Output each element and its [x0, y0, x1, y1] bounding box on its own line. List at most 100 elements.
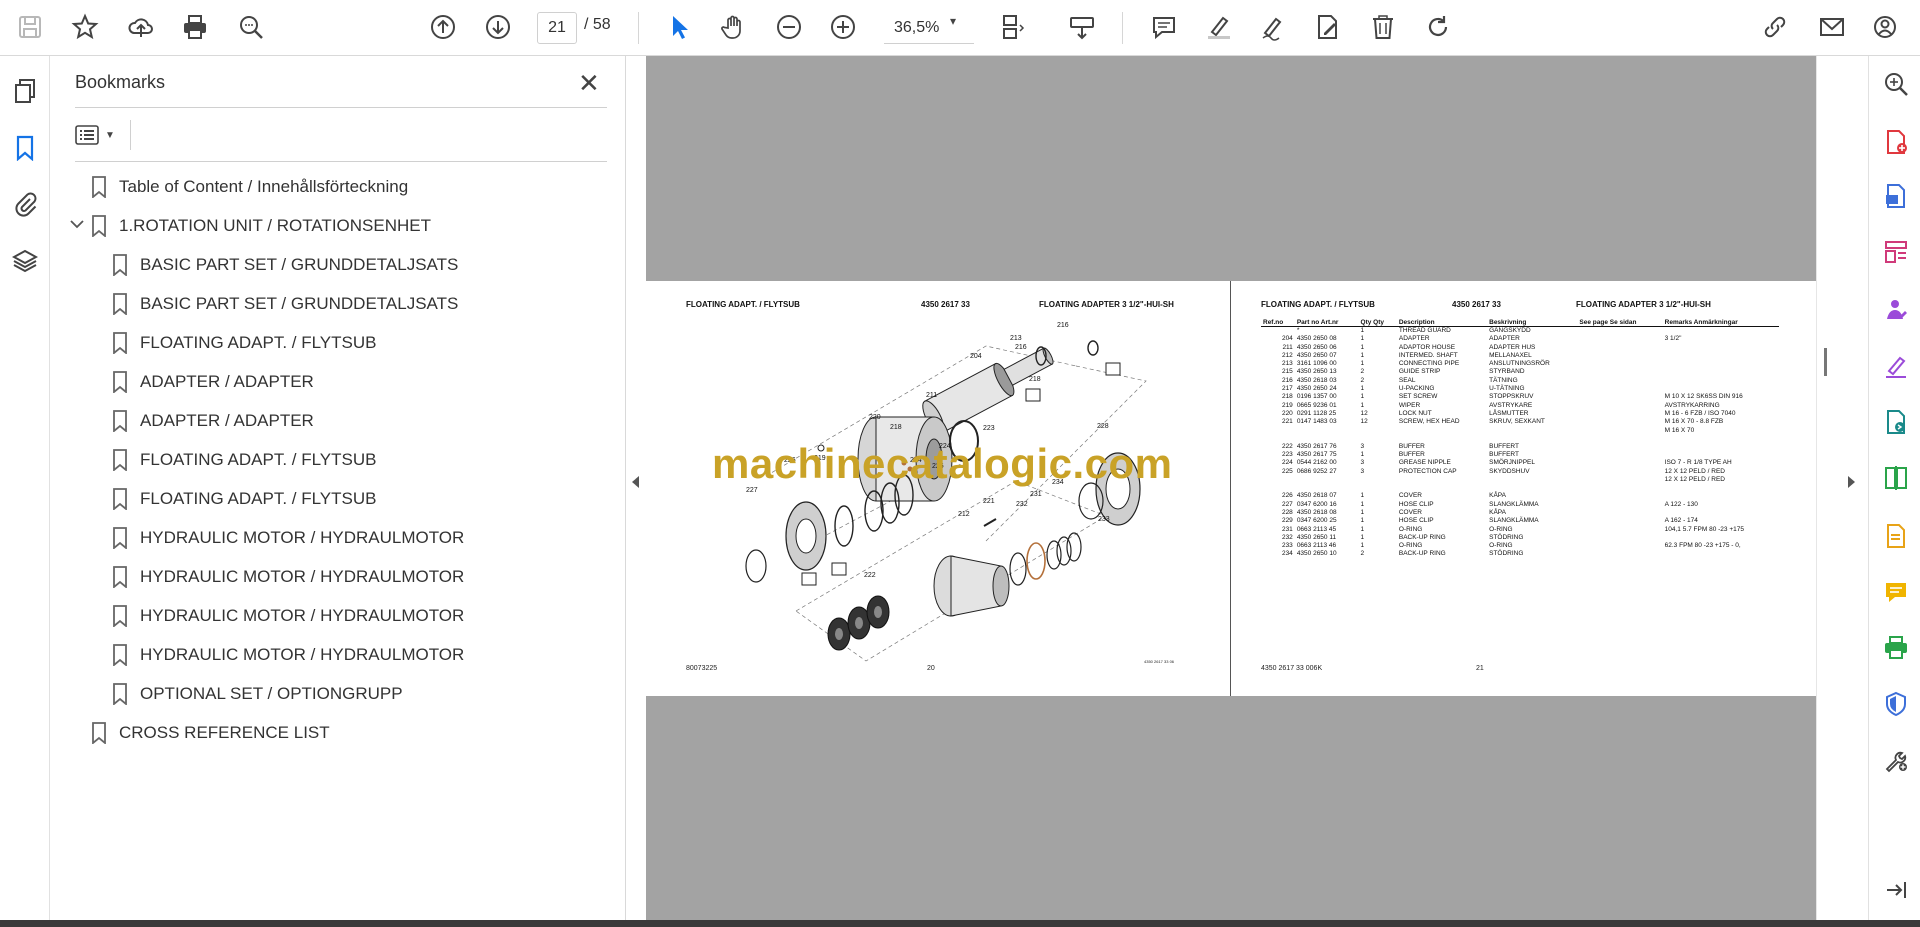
- comment-icon[interactable]: [1147, 10, 1181, 44]
- zoom-search-icon[interactable]: [1882, 70, 1910, 98]
- table-cell: BACK-UP RING: [1398, 533, 1446, 541]
- highlight-pen-icon[interactable]: [1202, 10, 1236, 44]
- fit-page-icon[interactable]: [995, 10, 1029, 44]
- bookmark-item[interactable]: OPTIONAL SET / OPTIONGRUPP: [112, 678, 403, 710]
- print-production-icon[interactable]: [1882, 634, 1910, 662]
- expand-panel-icon[interactable]: [1882, 876, 1910, 904]
- draw-signature-icon[interactable]: [1256, 10, 1290, 44]
- share-link-icon[interactable]: [1758, 10, 1792, 44]
- page-number-input[interactable]: 21: [537, 12, 577, 44]
- create-pdf-icon[interactable]: [1882, 128, 1910, 156]
- bookmark-item[interactable]: HYDRAULIC MOTOR / HYDRAULMOTOR: [112, 522, 464, 554]
- bookmark-item[interactable]: HYDRAULIC MOTOR / HYDRAULMOTOR: [112, 639, 464, 671]
- previous-page-icon[interactable]: [426, 10, 460, 44]
- table-cell: ANSLUTNINGSRÖR: [1489, 360, 1550, 368]
- edit-document-icon[interactable]: [1311, 10, 1345, 44]
- collapse-right-panel-icon[interactable]: [1848, 476, 1856, 491]
- edit-pdf-icon[interactable]: [1882, 522, 1910, 550]
- table-cell: 0663 2113 46: [1296, 542, 1337, 550]
- table-cell: 12: [1360, 418, 1368, 426]
- table-cell: 0291 1128 25: [1296, 409, 1337, 417]
- bookmark-item[interactable]: Table of Content / Innehållsförteckning: [91, 171, 408, 203]
- request-signature-icon[interactable]: [1882, 296, 1910, 324]
- email-icon[interactable]: [1815, 10, 1849, 44]
- document-page-21: FLOATING ADAPT. / FLYTSUB 4350 2617 33 F…: [1231, 281, 1816, 696]
- zoom-search-icon[interactable]: [234, 10, 268, 44]
- compare-files-icon[interactable]: [1882, 464, 1910, 492]
- next-page-icon[interactable]: [481, 10, 515, 44]
- bookmark-item[interactable]: BASIC PART SET / GRUNDDETALJSATS: [112, 249, 458, 281]
- page-footer-left: 80073225: [686, 665, 718, 672]
- table-cell: [1577, 335, 1662, 343]
- page-background: [646, 56, 1816, 281]
- part-callout: 220: [869, 414, 881, 421]
- table-cell: 12 X 12 PELD / RED: [1664, 467, 1725, 475]
- print-icon[interactable]: [178, 10, 212, 44]
- collapse-left-panel-icon[interactable]: [632, 476, 640, 491]
- bookmark-item[interactable]: ADAPTER / ADAPTER: [112, 405, 314, 437]
- bookmark-item[interactable]: 1.ROTATION UNIT / ROTATIONSENHET: [91, 210, 431, 242]
- layers-icon[interactable]: [10, 246, 40, 276]
- bookmark-item[interactable]: FLOATING ADAPT. / FLYTSUB: [112, 327, 376, 359]
- export-pdf-icon[interactable]: [1882, 182, 1910, 210]
- bookmark-item[interactable]: FLOATING ADAPT. / FLYTSUB: [112, 444, 376, 476]
- send-for-review-icon[interactable]: [1882, 408, 1910, 436]
- bookmark-label: FLOATING ADAPT. / FLYTSUB: [140, 450, 377, 469]
- bookmark-icon: [113, 488, 127, 510]
- organize-pages-icon[interactable]: [1882, 238, 1910, 266]
- vertical-scrollbar[interactable]: [1816, 56, 1834, 920]
- scrollbar-thumb[interactable]: [1824, 348, 1827, 376]
- table-cell: WIPER: [1398, 401, 1421, 409]
- bookmark-label: CROSS REFERENCE LIST: [119, 723, 330, 742]
- bookmark-item[interactable]: HYDRAULIC MOTOR / HYDRAULMOTOR: [112, 561, 464, 593]
- collapse-chevron-icon[interactable]: [70, 216, 84, 232]
- star-icon[interactable]: [68, 10, 102, 44]
- document-viewer[interactable]: FLOATING ADAPT. / FLYTSUB 4350 2617 33 F…: [626, 56, 1868, 920]
- table-cell: [1663, 360, 1779, 368]
- redo-icon[interactable]: [1421, 10, 1455, 44]
- bookmark-item[interactable]: HYDRAULIC MOTOR / HYDRAULMOTOR: [112, 600, 464, 632]
- bookmark-label: OPTIONAL SET / OPTIONGRUPP: [140, 684, 403, 703]
- fill-sign-icon[interactable]: [1882, 352, 1910, 380]
- table-cell: ADAPTER: [1489, 335, 1520, 343]
- table-cell: 4350 2617 75: [1296, 451, 1337, 459]
- protect-shield-icon[interactable]: [1882, 690, 1910, 718]
- bookmark-options-button[interactable]: ▼: [75, 120, 121, 150]
- bookmark-item[interactable]: BASIC PART SET / GRUNDDETALJSATS: [112, 288, 458, 320]
- bookmark-item[interactable]: FLOATING ADAPT. / FLYTSUB: [112, 483, 376, 515]
- table-cell: PROTECTION CAP: [1398, 467, 1457, 475]
- table-cell: [1487, 427, 1577, 435]
- select-cursor-icon[interactable]: [662, 10, 696, 44]
- save-icon[interactable]: [13, 10, 47, 44]
- page-thumbnails-icon[interactable]: [10, 76, 40, 106]
- table-cell: COVER: [1398, 492, 1422, 500]
- table-cell: M 16 X 70 - 8.8 FZB: [1664, 418, 1724, 426]
- more-tools-icon[interactable]: [1882, 746, 1910, 774]
- upload-cloud-icon[interactable]: [124, 10, 158, 44]
- attachments-icon[interactable]: [10, 189, 40, 219]
- zoom-level-input[interactable]: 36,5%: [884, 12, 974, 44]
- main-toolbar: 21 / 58 36,5% ▾: [0, 0, 1920, 56]
- hand-tool-icon[interactable]: [717, 10, 751, 44]
- user-account-icon[interactable]: [1870, 10, 1904, 44]
- zoom-in-icon[interactable]: [826, 10, 860, 44]
- table-cell: 4350 2618 03: [1296, 376, 1337, 384]
- table-cell: [1663, 344, 1779, 352]
- table-cell: 3: [1360, 467, 1365, 475]
- close-panel-button[interactable]: ✕: [578, 68, 600, 99]
- bookmarks-panel-icon[interactable]: [10, 133, 40, 163]
- bookmark-item[interactable]: ADAPTER / ADAPTER: [112, 366, 314, 398]
- zoom-dropdown-caret[interactable]: ▾: [950, 14, 956, 28]
- delete-icon[interactable]: [1366, 10, 1400, 44]
- divider: [130, 120, 131, 150]
- table-cell: 2: [1360, 376, 1365, 384]
- taskbar-strip: [0, 920, 1920, 927]
- zoom-out-icon[interactable]: [772, 10, 806, 44]
- table-cell: 4350 2650 24: [1296, 385, 1337, 393]
- table-cell: STOPPSKRUV: [1489, 393, 1534, 401]
- comment-tool-icon[interactable]: [1882, 578, 1910, 606]
- scroll-mode-icon[interactable]: [1065, 10, 1099, 44]
- table-cell: [1577, 550, 1662, 558]
- table-cell: [1663, 492, 1779, 500]
- bookmark-item[interactable]: CROSS REFERENCE LIST: [91, 717, 330, 749]
